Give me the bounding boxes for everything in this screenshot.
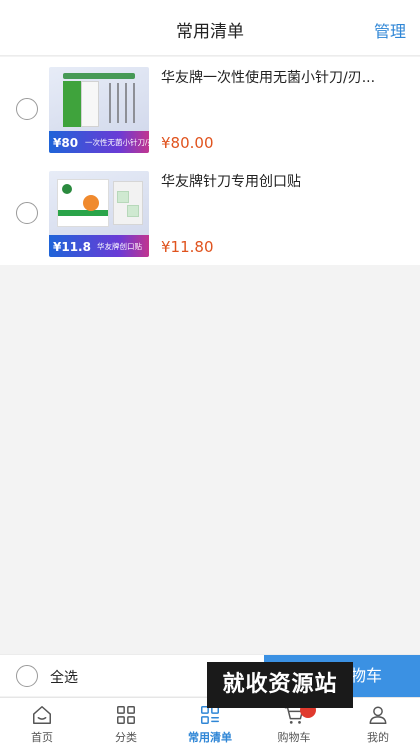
- product-thumbnail[interactable]: ¥11.8 华友牌创口贴: [49, 171, 149, 257]
- needle-graphic: [117, 83, 119, 123]
- plaster-graphic: [117, 191, 129, 203]
- list-item[interactable]: ¥11.8 华友牌创口贴 华友牌针刀专用创口贴 ¥11.80: [0, 161, 420, 265]
- product-price: ¥80.00: [161, 134, 214, 152]
- tab-label: 我的: [367, 731, 389, 744]
- frequent-list: ¥80 一次性无菌小针刀/刃针 华友牌一次性使用无菌小针刀/刃... ¥80.0…: [0, 57, 420, 265]
- tab-home[interactable]: 首页: [0, 698, 84, 746]
- list-item[interactable]: ¥80 一次性无菌小针刀/刃针 华友牌一次性使用无菌小针刀/刃... ¥80.0…: [0, 57, 420, 161]
- manage-button[interactable]: 管理: [374, 18, 406, 42]
- select-all-radio[interactable]: [16, 665, 38, 687]
- packaging-side: [113, 181, 143, 225]
- tab-category[interactable]: 分类: [84, 698, 168, 746]
- product-name[interactable]: 华友牌一次性使用无菌小针刀/刃...: [161, 67, 406, 87]
- tab-label: 常用清单: [188, 731, 232, 744]
- plaster-graphic: [127, 205, 139, 217]
- watermark-overlay: 就收资源站: [207, 662, 353, 708]
- product-thumbnail[interactable]: ¥80 一次性无菌小针刀/刃针: [49, 67, 149, 153]
- empty-content-area: [0, 266, 420, 654]
- item-select-radio[interactable]: [16, 98, 38, 120]
- thumbnail-price-tag: ¥80: [53, 136, 79, 150]
- brand-logo-icon: [62, 184, 72, 194]
- thumbnail-caption: 一次性无菌小针刀/刃针: [85, 138, 149, 147]
- user-icon: [369, 706, 387, 724]
- product-name[interactable]: 华友牌针刀专用创口贴: [161, 171, 406, 191]
- product-price: ¥11.80: [161, 238, 214, 256]
- tab-label: 购物车: [277, 731, 311, 744]
- grid-icon: [117, 706, 135, 724]
- packaging-box: [81, 81, 99, 127]
- item-select-radio[interactable]: [16, 202, 38, 224]
- thumbnail-caption: 华友牌创口贴: [97, 242, 142, 251]
- tab-label: 分类: [115, 731, 137, 744]
- bandage-pad-graphic: [83, 195, 99, 211]
- tab-label: 首页: [31, 731, 53, 744]
- top-nav-bar: 常用清单 管理: [0, 0, 420, 56]
- needle-graphic: [133, 83, 135, 123]
- packaging-band: [58, 210, 108, 216]
- needle-graphic: [109, 83, 111, 123]
- select-all-label[interactable]: 全选: [50, 667, 78, 687]
- packaging-strip: [63, 73, 135, 79]
- packaging-box: [63, 81, 81, 127]
- thumbnail-price-tag: ¥11.8: [53, 240, 91, 254]
- home-icon: [33, 706, 51, 724]
- needle-graphic: [125, 83, 127, 123]
- page-title: 常用清单: [176, 22, 244, 42]
